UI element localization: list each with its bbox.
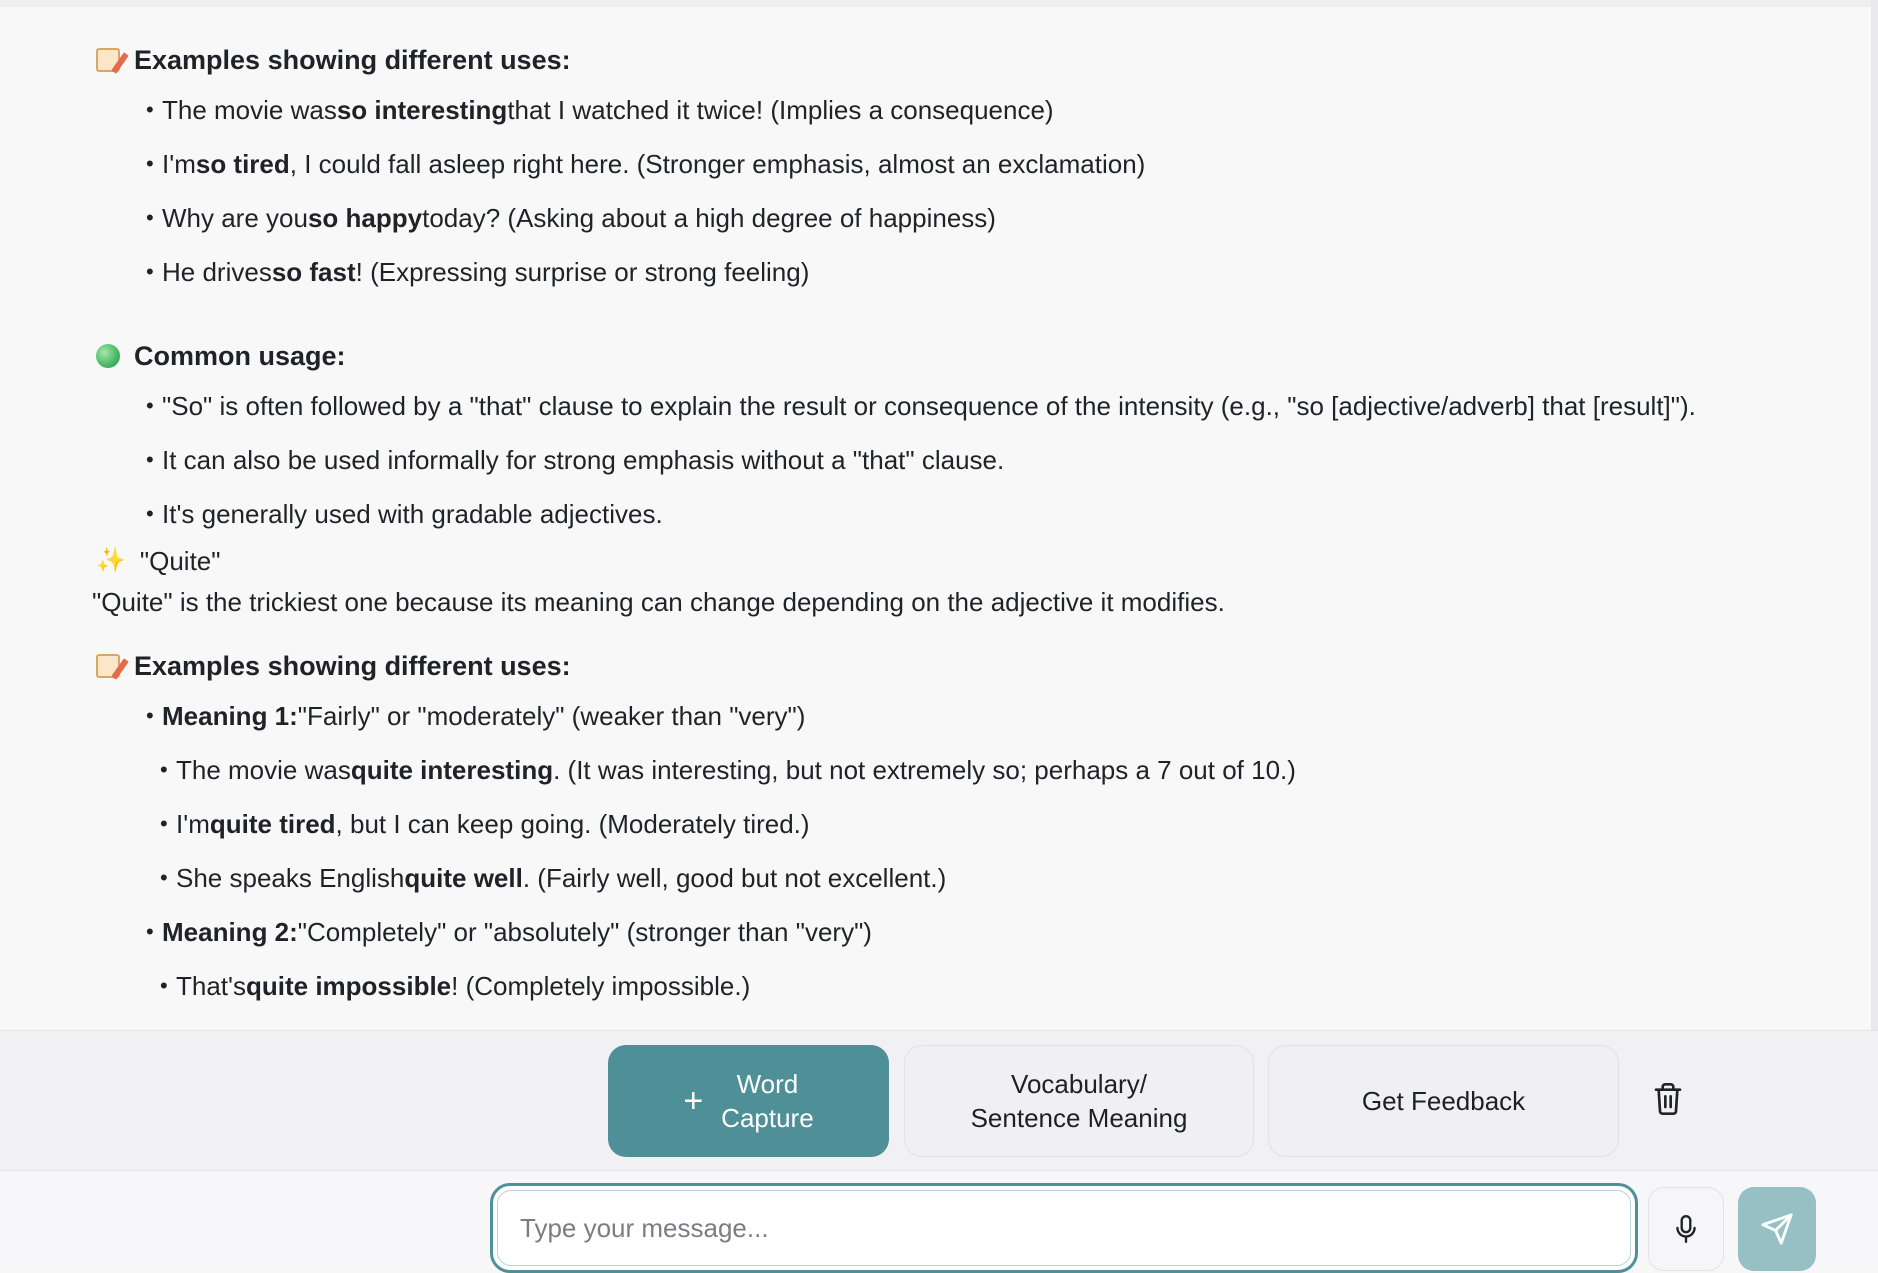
- meaning1-examples: The movie was quite interesting. (It was…: [160, 743, 1812, 905]
- send-icon: [1761, 1213, 1793, 1245]
- section-heading: Common usage:: [96, 333, 1812, 379]
- section-heading-text: Examples showing different uses:: [134, 651, 571, 681]
- word-capture-button[interactable]: + Word Capture: [608, 1045, 889, 1157]
- section-heading-text: Examples showing different uses:: [134, 45, 571, 75]
- list-item: Why are you so happy today? (Asking abou…: [146, 191, 1812, 245]
- section-heading: Examples showing different uses:: [96, 643, 1812, 689]
- list-item: I'm so tired, I could fall asleep right …: [146, 137, 1812, 191]
- send-button[interactable]: [1738, 1187, 1816, 1271]
- meaning2-examples: That's quite impossible! (Completely imp…: [160, 959, 1812, 1013]
- memo-icon: [96, 48, 120, 72]
- word-capture-label: Word Capture: [721, 1069, 814, 1133]
- get-feedback-button[interactable]: Get Feedback: [1268, 1045, 1619, 1157]
- composer-bar: [0, 1170, 1878, 1273]
- microphone-icon: [1676, 1214, 1696, 1244]
- list-item: It's generally used with gradable adject…: [146, 487, 1812, 541]
- list-item: Meaning 1: "Fairly" or "moderately" (wea…: [146, 689, 1812, 743]
- usage-list: "So" is often followed by a "that" claus…: [146, 379, 1812, 541]
- list-item: "So" is often followed by a "that" claus…: [146, 379, 1812, 433]
- list-item: Meaning 2: "Completely" or "absolutely" …: [146, 905, 1812, 959]
- section-heading: Examples showing different uses:: [96, 37, 1812, 83]
- chat-scroll-area[interactable]: Examples showing different uses: The mov…: [0, 7, 1871, 1030]
- list-item: I'm quite tired, but I can keep going. (…: [160, 797, 1812, 851]
- microphone-button[interactable]: [1648, 1187, 1724, 1271]
- assistant-message: Examples showing different uses: The mov…: [92, 37, 1812, 1013]
- meaning-list: Meaning 2: "Completely" or "absolutely" …: [146, 905, 1812, 959]
- action-bar: + Word Capture Vocabulary/ Sentence Mean…: [0, 1030, 1878, 1170]
- get-feedback-label: Get Feedback: [1361, 1086, 1526, 1116]
- list-item: The movie was so interesting that I watc…: [146, 83, 1812, 137]
- scrollbar[interactable]: [1871, 0, 1878, 1030]
- quite-title: ✨ "Quite": [96, 541, 1812, 581]
- list-item: She speaks English quite well. (Fairly w…: [160, 851, 1812, 905]
- meaning-list: Meaning 1: "Fairly" or "moderately" (wea…: [146, 689, 1812, 743]
- list-item: That's quite impossible! (Completely imp…: [160, 959, 1812, 1013]
- vocabulary-meaning-button[interactable]: Vocabulary/ Sentence Meaning: [904, 1045, 1254, 1157]
- quite-intro: "Quite" is the trickiest one because its…: [92, 587, 1225, 617]
- sparkles-icon: ✨: [96, 547, 126, 574]
- vocabulary-meaning-label: Vocabulary/ Sentence Meaning: [970, 1069, 1188, 1133]
- top-strip: [0, 0, 1878, 7]
- section-heading-text: Common usage:: [134, 341, 346, 371]
- plus-icon: +: [683, 1082, 704, 1120]
- memo-icon: [96, 654, 120, 678]
- trash-icon[interactable]: [1652, 1081, 1684, 1117]
- list-item: It can also be used informally for stron…: [146, 433, 1812, 487]
- example-list: The movie was so interesting that I watc…: [146, 83, 1812, 299]
- green-circle-icon: [96, 344, 120, 368]
- message-input[interactable]: [497, 1190, 1631, 1266]
- list-item: The movie was quite interesting. (It was…: [160, 743, 1812, 797]
- list-item: He drives so fast! (Expressing surprise …: [146, 245, 1812, 299]
- quite-title-text: "Quite": [139, 546, 221, 576]
